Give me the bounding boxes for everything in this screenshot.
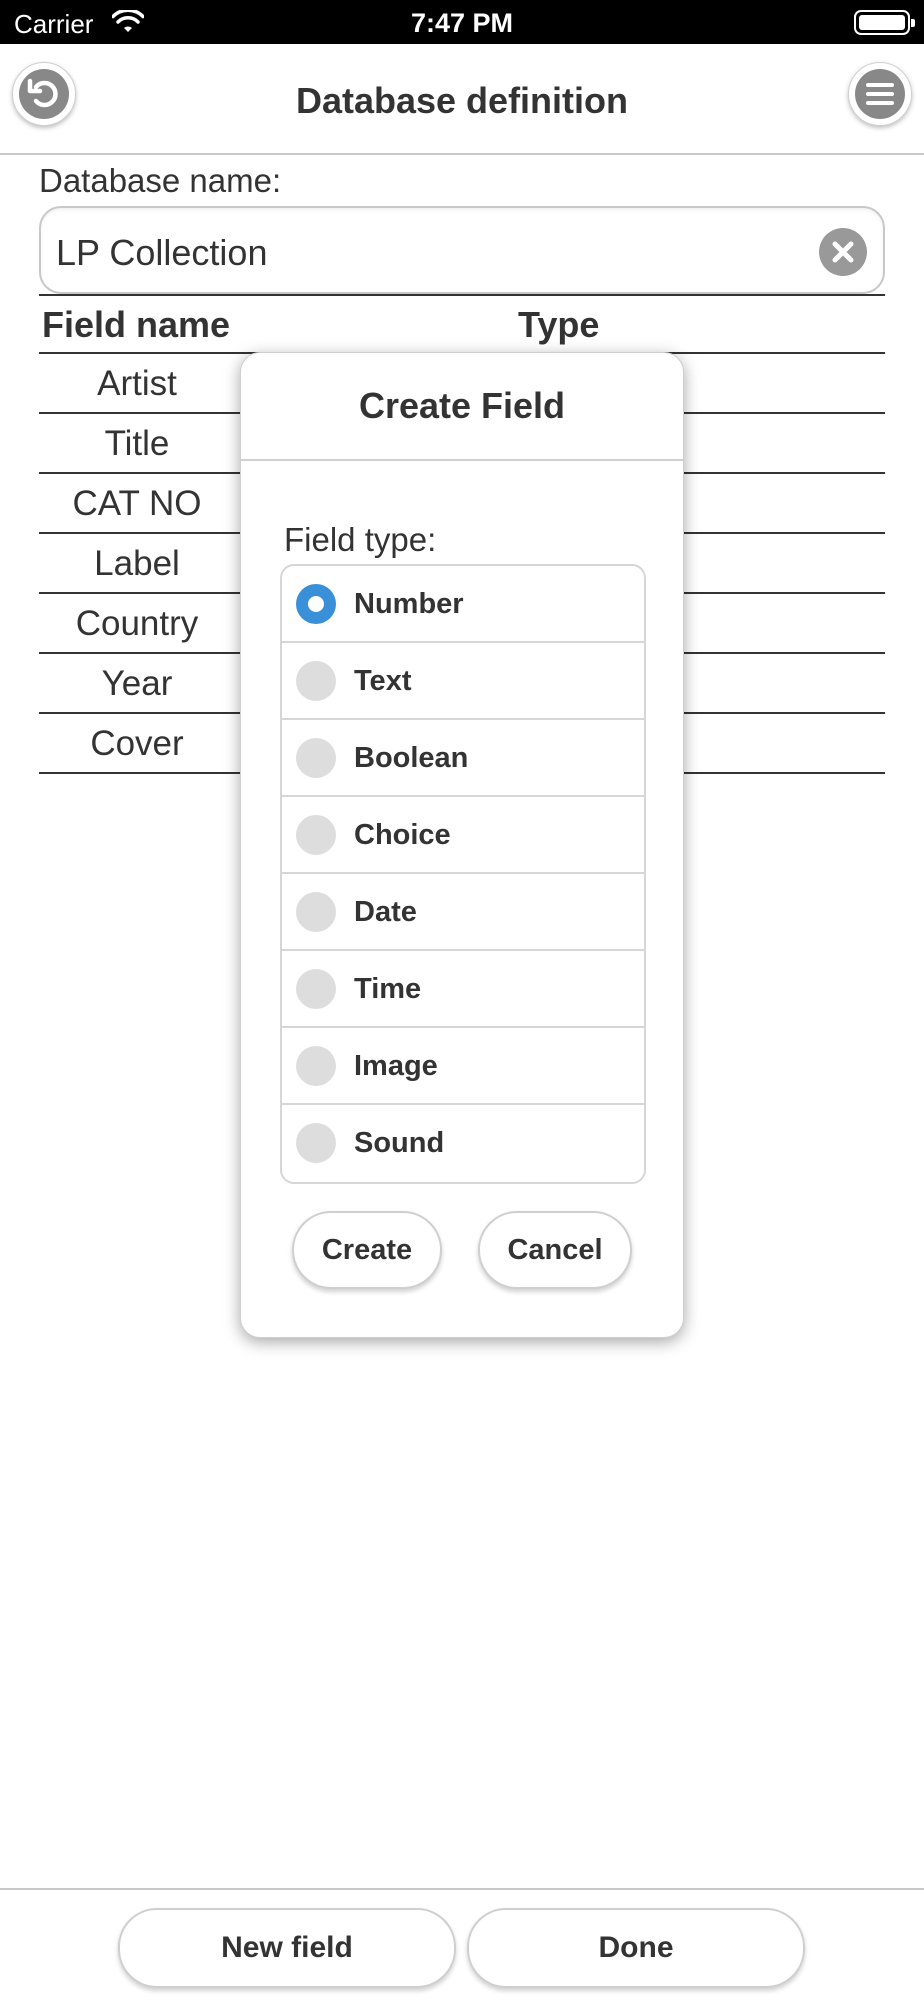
field-name: Label (94, 544, 180, 583)
field-name: Title (104, 424, 170, 463)
radio-icon[interactable] (296, 738, 336, 778)
cancel-button[interactable]: Cancel (478, 1211, 632, 1289)
status-bar: Carrier 7:47 PM (0, 0, 924, 44)
radio-icon[interactable] (296, 969, 336, 1009)
database-name-input[interactable]: LP Collection (39, 206, 885, 294)
done-button[interactable]: Done (467, 1908, 805, 1988)
field-type-option-date[interactable]: Date (282, 874, 644, 951)
option-label: Date (354, 896, 417, 928)
option-label: Sound (354, 1127, 445, 1159)
page-title: Database definition (295, 80, 629, 121)
field-type-label: Field type: (284, 521, 437, 558)
radio-icon[interactable] (296, 1123, 336, 1163)
menu-button[interactable] (848, 62, 912, 126)
database-name-value: LP Collection (56, 232, 268, 273)
field-name: Cover (90, 724, 184, 763)
field-type-option-choice[interactable]: Choice (282, 797, 644, 874)
table-header: Field name Type (39, 294, 885, 354)
create-field-dialog: Create Field Field type: Number Text Boo… (240, 352, 684, 1338)
option-label: Number (354, 588, 464, 620)
field-name: Country (75, 604, 199, 643)
database-name-label: Database name: (39, 162, 282, 199)
create-button[interactable]: Create (292, 1211, 442, 1289)
radio-icon[interactable] (296, 661, 336, 701)
radio-icon[interactable] (296, 1046, 336, 1086)
field-type-option-image[interactable]: Image (282, 1028, 644, 1105)
dialog-divider (241, 459, 683, 461)
field-type-option-text[interactable]: Text (282, 643, 644, 720)
field-type-option-sound[interactable]: Sound (282, 1105, 644, 1182)
option-label: Choice (354, 819, 451, 851)
hamburger-menu-icon (866, 83, 894, 105)
field-name: Year (101, 664, 173, 703)
navigation-header: Database definition (0, 44, 924, 155)
option-label: Boolean (354, 742, 469, 774)
clear-icon (832, 241, 854, 263)
clock: 7:47 PM (410, 8, 514, 38)
field-type-option-boolean[interactable]: Boolean (282, 720, 644, 797)
field-type-radio-group: Number Text Boolean Choice Date Time Ima… (280, 564, 646, 1184)
new-field-button[interactable]: New field (118, 1908, 456, 1988)
bottom-toolbar: New field Done (0, 1888, 924, 2000)
column-header-field-name: Field name (42, 304, 231, 345)
option-label: Text (354, 665, 412, 697)
column-header-type: Type (518, 304, 600, 345)
field-name: CAT NO (72, 484, 202, 523)
option-label: Time (354, 973, 422, 1005)
option-label: Image (354, 1050, 438, 1082)
radio-selected-icon[interactable] (296, 584, 336, 624)
field-type-option-number[interactable]: Number (282, 566, 644, 643)
field-type-option-time[interactable]: Time (282, 951, 644, 1028)
battery-icon (854, 10, 915, 35)
radio-icon[interactable] (296, 815, 336, 855)
field-name: Artist (97, 364, 177, 403)
radio-icon[interactable] (296, 892, 336, 932)
clear-input-button[interactable] (819, 228, 867, 276)
dialog-title: Create Field (358, 385, 566, 426)
